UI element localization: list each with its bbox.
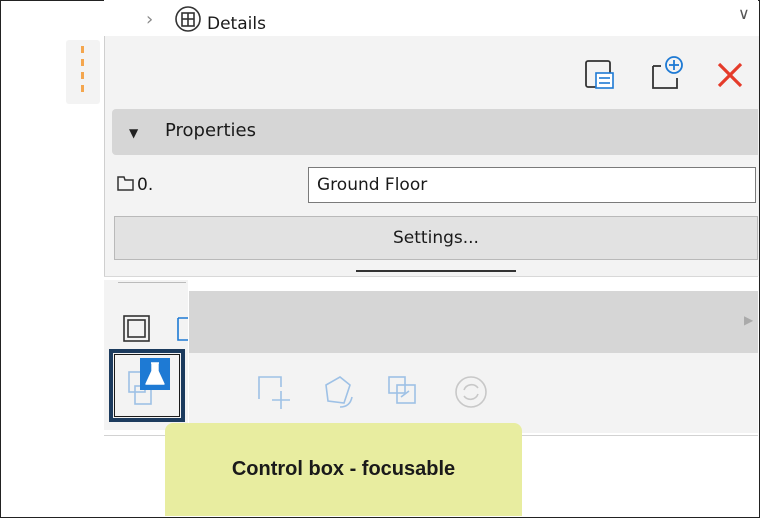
- new-window-icon[interactable]: [652, 56, 683, 89]
- tree-row-details[interactable]: [104, 0, 758, 36]
- triangle-down-icon[interactable]: ▼: [129, 126, 138, 140]
- side-tab-handle[interactable]: [66, 40, 100, 104]
- tooltip-text: Control box - focusable: [231, 458, 456, 480]
- divider: [118, 282, 186, 283]
- refresh-icon[interactable]: [452, 373, 492, 413]
- rotate-icon[interactable]: [320, 373, 360, 413]
- mirror-icon[interactable]: [385, 373, 425, 413]
- properties-title: Properties: [165, 120, 256, 141]
- close-icon[interactable]: [717, 62, 743, 88]
- panel-toolbar: [585, 56, 743, 89]
- copy-icon[interactable]: [176, 314, 190, 344]
- tree-item-label: Details: [207, 14, 266, 34]
- floor-name-input[interactable]: [308, 167, 756, 203]
- splitter-grip[interactable]: [356, 270, 516, 272]
- tool-header-band: [189, 291, 758, 353]
- flask-icon[interactable]: [140, 358, 170, 390]
- chevron-right-icon[interactable]: ›: [146, 10, 153, 30]
- folder-icon: [117, 176, 134, 191]
- settings-button[interactable]: Settings...: [114, 216, 758, 260]
- chevron-down-icon[interactable]: ∨: [738, 4, 750, 23]
- tooltip: Control box - focusable: [165, 423, 522, 516]
- settings-button-label: Settings...: [393, 228, 479, 248]
- layer-circle-icon: [175, 6, 201, 32]
- chevron-right-icon[interactable]: ▶: [744, 313, 753, 327]
- divider: [104, 276, 758, 277]
- window-list-icon[interactable]: [585, 60, 614, 89]
- frame-icon[interactable]: [122, 314, 152, 344]
- floor-number: 0.: [137, 175, 154, 195]
- move-icon[interactable]: [255, 373, 295, 413]
